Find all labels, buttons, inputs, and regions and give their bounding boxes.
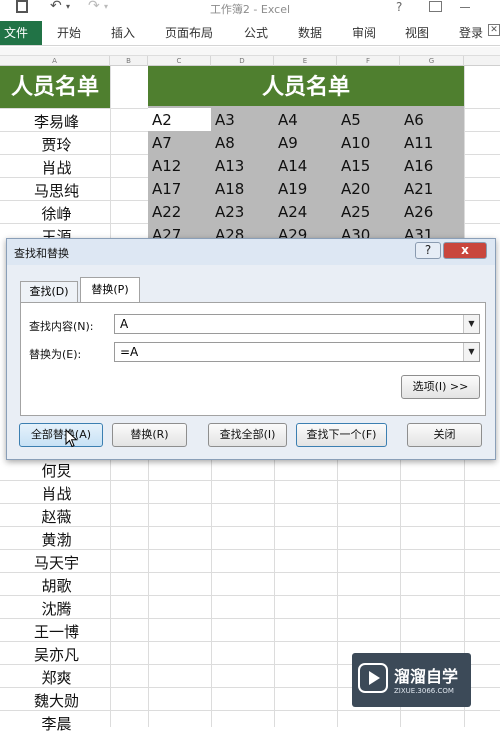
options-button[interactable]: 选项(I) >> <box>401 375 480 399</box>
name-cell[interactable]: 吴亦凡 <box>5 644 108 665</box>
name-cell[interactable]: 郑爽 <box>5 667 108 688</box>
name-cell[interactable]: 马思纯 <box>5 180 108 201</box>
name-cell[interactable]: 黄渤 <box>5 529 108 550</box>
replace-input[interactable]: =A ▼ <box>114 342 480 362</box>
name-cell[interactable]: 徐峥 <box>5 203 108 224</box>
name-cell[interactable]: 李易峰 <box>5 111 108 132</box>
name-cell[interactable]: 沈腾 <box>5 598 108 619</box>
name-cell[interactable]: 何炅 <box>5 460 108 481</box>
column-header-c[interactable]: C <box>148 56 211 66</box>
name-cell[interactable]: 马天宇 <box>5 552 108 573</box>
replace-label: 替换为(E): <box>29 348 82 361</box>
value-cell[interactable]: A15 <box>341 157 370 175</box>
value-cell[interactable]: A13 <box>215 157 244 175</box>
value-cell[interactable]: A17 <box>152 180 181 198</box>
value-cell[interactable]: A5 <box>341 111 361 129</box>
help-icon[interactable]: ? <box>396 0 402 14</box>
replace-panel: 查找内容(N): A ▼ 替换为(E): =A ▼ 选项(I) >> <box>20 302 486 416</box>
column-header-e[interactable]: E <box>274 56 337 66</box>
tab-replace[interactable]: 替换(P) <box>80 277 140 303</box>
tab-formulas[interactable]: 公式 <box>244 24 268 41</box>
tab-home[interactable]: 开始 <box>57 24 81 41</box>
replace-all-button[interactable]: 全部替换(A) <box>19 423 103 447</box>
find-replace-dialog: 查找和替换 ? x 查找(D) 替换(P) 查找内容(N): A ▼ 替换为(E… <box>6 238 496 460</box>
tab-insert[interactable]: 插入 <box>111 24 135 41</box>
name-cell[interactable]: 肖战 <box>5 483 108 504</box>
ribbon-tab-bar: 文件 开始 插入 页面布局 公式 数据 审阅 视图 登录 ✕ <box>0 18 500 46</box>
watermark-brand: 溜溜自学 <box>394 667 459 686</box>
value-cell[interactable]: A16 <box>404 157 433 175</box>
watermark: 溜溜自学 ZIXUE.3066.COM <box>352 653 471 707</box>
value-cell[interactable]: A7 <box>152 134 172 152</box>
value-cell[interactable]: A26 <box>404 203 433 221</box>
dialog-title: 查找和替换 <box>14 247 69 260</box>
name-cell[interactable]: 王一博 <box>5 621 108 642</box>
column-header-row: A B C D E F G <box>0 56 500 66</box>
value-cell[interactable]: A22 <box>152 203 181 221</box>
value-cell[interactable]: A18 <box>215 180 244 198</box>
value-cell[interactable]: A23 <box>215 203 244 221</box>
column-header-b[interactable]: B <box>110 56 148 66</box>
value-cell[interactable]: A8 <box>215 134 235 152</box>
name-cell[interactable]: 赵薇 <box>5 506 108 527</box>
tab-view[interactable]: 视图 <box>405 24 429 41</box>
column-header-d[interactable]: D <box>211 56 274 66</box>
value-cell[interactable]: A21 <box>404 180 433 198</box>
value-cell[interactable]: A24 <box>278 203 307 221</box>
watermark-url: ZIXUE.3066.COM <box>394 687 454 695</box>
tab-page-layout[interactable]: 页面布局 <box>165 24 213 41</box>
value-cell[interactable]: A3 <box>215 111 235 129</box>
right-table-header[interactable]: 人员名单 <box>148 66 464 108</box>
value-cell[interactable]: A6 <box>404 111 424 129</box>
name-cell[interactable]: 魏大勋 <box>5 690 108 711</box>
value-cell[interactable]: A9 <box>278 134 298 152</box>
replace-dropdown-icon[interactable]: ▼ <box>463 343 479 361</box>
find-dropdown-icon[interactable]: ▼ <box>463 315 479 333</box>
window-title: 工作簿2 - Excel <box>209 3 291 16</box>
value-cell[interactable]: A11 <box>404 134 433 152</box>
tab-file[interactable]: 文件 <box>0 21 42 45</box>
replace-input-value: =A <box>120 345 139 359</box>
column-header-g[interactable]: G <box>400 56 464 66</box>
value-cell[interactable]: A19 <box>278 180 307 198</box>
value-cell[interactable]: A10 <box>341 134 370 152</box>
close-button[interactable]: 关闭 <box>407 423 482 447</box>
find-label: 查找内容(N): <box>29 320 94 333</box>
play-logo-icon <box>358 663 388 693</box>
dialog-close-button[interactable]: x <box>443 242 487 259</box>
tab-review[interactable]: 审阅 <box>352 24 376 41</box>
restore-ribbon-icon[interactable] <box>429 1 442 12</box>
value-cell[interactable]: A4 <box>278 111 298 129</box>
mouse-cursor-icon <box>65 429 78 448</box>
left-list-header[interactable]: 人员名单 <box>0 66 110 108</box>
collapse-ribbon-icon[interactable]: ✕ <box>488 24 500 36</box>
value-cell[interactable]: A2 <box>152 111 172 129</box>
minimize-icon[interactable] <box>460 7 470 8</box>
replace-button[interactable]: 替换(R) <box>112 423 187 447</box>
find-all-button[interactable]: 查找全部(I) <box>208 423 287 447</box>
name-cell[interactable]: 李晨 <box>5 713 108 734</box>
name-cell[interactable]: 贾玲 <box>5 134 108 155</box>
tab-find[interactable]: 查找(D) <box>20 281 78 303</box>
value-cell[interactable]: A12 <box>152 157 181 175</box>
name-cell[interactable]: 肖战 <box>5 157 108 178</box>
formula-bar-strip <box>0 47 500 56</box>
value-cell[interactable]: A20 <box>341 180 370 198</box>
title-bar: ↶ ▾ ↷ ▾ 工作簿2 - Excel ? <box>0 0 500 18</box>
find-input[interactable]: A ▼ <box>114 314 480 334</box>
name-cell[interactable]: 胡歌 <box>5 575 108 596</box>
value-cell[interactable]: A25 <box>341 203 370 221</box>
find-input-value: A <box>120 317 129 331</box>
dialog-title-bar[interactable]: 查找和替换 ? x <box>7 239 495 265</box>
column-header-a[interactable]: A <box>0 56 110 66</box>
value-cell[interactable]: A14 <box>278 157 307 175</box>
login-link[interactable]: 登录 <box>459 24 483 41</box>
column-header-f[interactable]: F <box>337 56 400 66</box>
tab-data[interactable]: 数据 <box>298 24 322 41</box>
dialog-help-button[interactable]: ? <box>415 242 441 259</box>
find-next-button[interactable]: 查找下一个(F) <box>296 423 387 447</box>
